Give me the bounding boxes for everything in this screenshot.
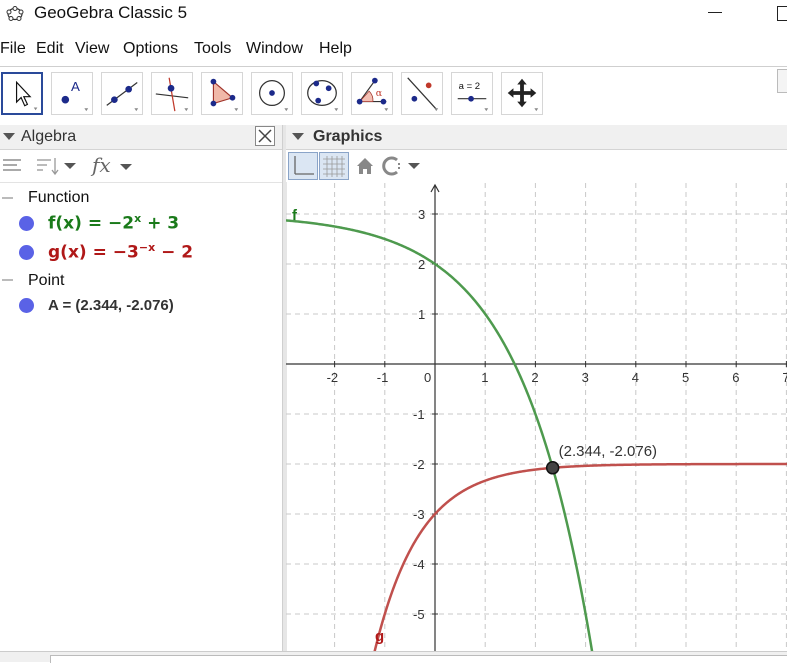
line-tool-button[interactable]: [101, 72, 143, 115]
graphics-canvas[interactable]: -2 -1 0 1 2 3 4 5 6 7123-1-2-3-4-5fg(2.344, -2.07…: [286, 183, 787, 651]
slider-tool-icon: a = 2: [457, 81, 489, 112]
move-graphics-view-tool-icon: [507, 78, 539, 112]
input-bar: [0, 651, 787, 663]
curve-g: [373, 462, 787, 651]
line-tool-icon: [106, 82, 139, 112]
y-tick-label: -4: [413, 557, 425, 572]
x-tick-label: -1: [377, 370, 389, 385]
menu-edit[interactable]: Edit: [36, 40, 64, 58]
y-tick-label: -3: [413, 507, 425, 522]
conic-tool-icon: [307, 80, 339, 112]
collapse-point-icon[interactable]: [2, 279, 13, 281]
point-tool-icon: A: [61, 79, 89, 112]
group-label-point: Point: [28, 272, 65, 289]
grid-toggle-icon[interactable]: [319, 152, 349, 180]
geogebra-logo-icon: [6, 6, 24, 21]
y-tick-label: -5: [413, 607, 425, 622]
menu-options[interactable]: Options: [123, 40, 178, 58]
visibility-toggle-g[interactable]: [19, 245, 34, 260]
algebra-style-bar: fx: [0, 150, 282, 183]
move-graphics-view-tool-button[interactable]: [501, 72, 543, 115]
menu-view[interactable]: View: [75, 40, 109, 58]
collapse-function-icon[interactable]: [2, 197, 13, 199]
x-tick-label: 1: [481, 370, 488, 385]
algebra-title: Algebra: [21, 128, 77, 145]
formula-f[interactable]: f(x) = −2x + 3: [48, 212, 179, 234]
point-tool-button[interactable]: A: [51, 72, 93, 115]
svg-text:A: A: [71, 79, 80, 94]
collapse-triangle-icon[interactable]: [3, 133, 15, 140]
x-tick-label: -2: [327, 370, 339, 385]
home-icon[interactable]: [354, 155, 376, 177]
angle-tool-button[interactable]: α: [351, 72, 393, 115]
graphics-header: Graphics: [286, 125, 787, 150]
y-tick-label: 3: [418, 207, 425, 222]
visibility-toggle-A[interactable]: [19, 298, 34, 313]
x-tick-label: 5: [682, 370, 689, 385]
x-tick-label: 0: [424, 370, 431, 385]
circle-tool-icon: [259, 80, 289, 112]
y-tick-label: 1: [418, 307, 425, 322]
point-A-label: (2.344, -2.076): [559, 443, 657, 460]
x-tick-label: 7: [782, 370, 787, 385]
point-capture-icon[interactable]: [382, 155, 422, 177]
visibility-toggle-f[interactable]: [19, 216, 34, 231]
y-tick-label: 2: [418, 257, 425, 272]
curve-g-label: g: [375, 628, 384, 645]
close-algebra-button[interactable]: [255, 126, 275, 146]
reflect-tool-button[interactable]: [401, 72, 443, 115]
algebra-header: Algebra: [0, 125, 282, 150]
menu-help[interactable]: Help: [319, 40, 352, 58]
move-tool-icon: [15, 80, 38, 111]
polygon-tool-button[interactable]: [201, 72, 243, 115]
svg-text:fx: fx: [90, 154, 111, 177]
y-tick-label: -2: [413, 457, 425, 472]
close-icon: [258, 129, 272, 143]
y-tick-label: -1: [413, 407, 425, 422]
curve-f: [286, 219, 594, 651]
perpendicular-line-tool-button[interactable]: [151, 72, 193, 115]
point-A: [545, 461, 560, 475]
menu-tools[interactable]: Tools: [194, 40, 231, 58]
perpendicular-line-tool-icon: [155, 77, 189, 112]
toolbar-overflow-button[interactable]: [777, 69, 787, 93]
hamburger-list-icon[interactable]: [2, 155, 24, 177]
x-tick-label: 6: [732, 370, 739, 385]
x-tick-label: 3: [582, 370, 589, 385]
point-definition-A[interactable]: A = (2.344, -2.076): [48, 297, 174, 314]
menu-file[interactable]: File: [0, 40, 26, 58]
graphics-view[interactable]: -2 -1 0 1 2 3 4 5 6 7 1 2 3 -1 -2 -3 -4 -5 f g (2.344, -2.07…: [286, 183, 787, 651]
group-label-function: Function: [28, 189, 90, 206]
menu-bar: File Edit View Options Tools Window Help: [0, 38, 787, 62]
title-bar: GeoGebra Classic 5: [0, 0, 787, 30]
sort-icon[interactable]: [36, 155, 80, 177]
graphics-style-bar: [286, 150, 787, 182]
circle-tool-button[interactable]: [251, 72, 293, 115]
input-field[interactable]: [50, 655, 787, 663]
graphics-title: Graphics: [313, 128, 383, 145]
function-input-icon[interactable]: fx: [90, 154, 134, 178]
formula-g[interactable]: g(x) = −3−x − 2: [48, 241, 193, 263]
x-tick-label: 4: [632, 370, 639, 385]
window-title: GeoGebra Classic 5: [34, 3, 188, 22]
menu-window[interactable]: Window: [246, 40, 303, 58]
maximize-button[interactable]: [777, 6, 787, 21]
slider-tool-button[interactable]: a = 2: [451, 72, 493, 115]
x-tick-label: 2: [531, 370, 538, 385]
toolbar: A α a = 2: [0, 66, 787, 126]
minimize-button[interactable]: [708, 12, 722, 13]
collapse-triangle-icon[interactable]: [292, 133, 304, 140]
axes-toggle-icon[interactable]: [288, 152, 318, 180]
polygon-tool-icon: [210, 78, 239, 112]
angle-tool-icon: α: [356, 77, 389, 112]
move-tool-button[interactable]: [1, 72, 43, 115]
conic-tool-button[interactable]: [301, 72, 343, 115]
reflect-tool-icon: [407, 77, 439, 112]
svg-text:a = 2: a = 2: [459, 81, 480, 92]
svg-text:α: α: [376, 88, 383, 99]
